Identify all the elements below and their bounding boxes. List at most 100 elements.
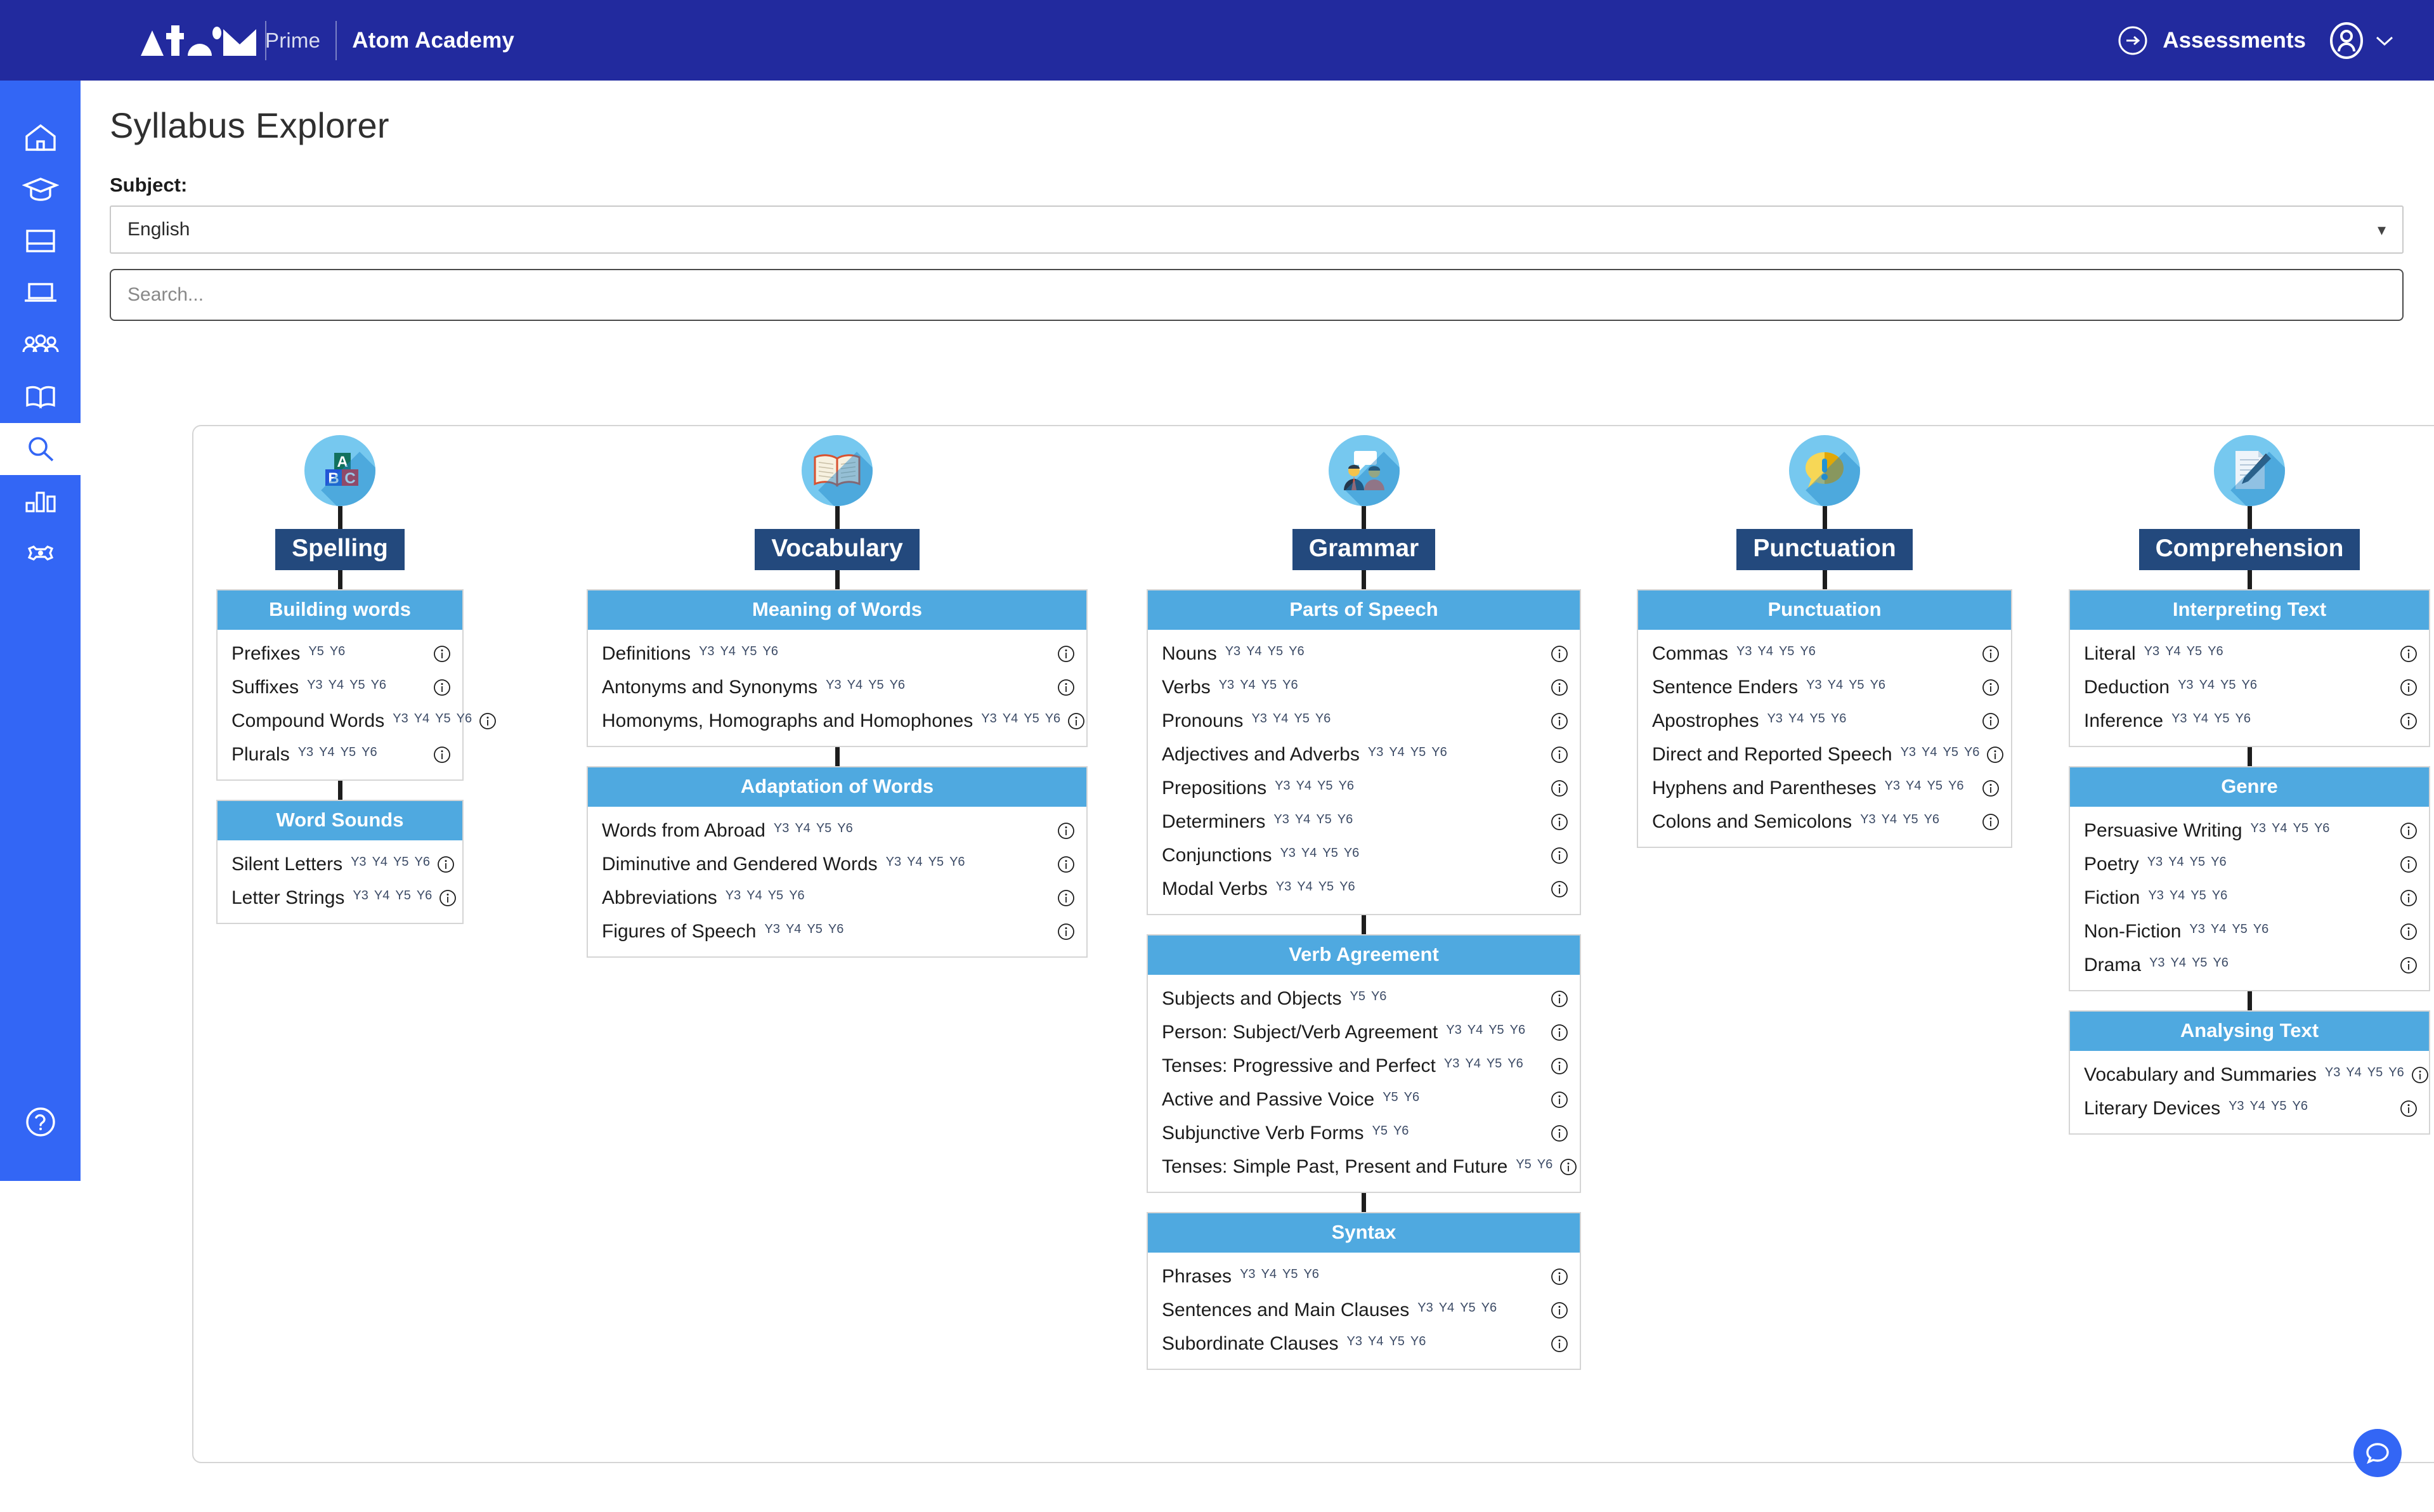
topic-row[interactable]: DramaY3Y4Y5Y6 [2070, 948, 2429, 982]
sidebar-item-books[interactable] [0, 215, 81, 267]
topic-row[interactable]: Sentences and Main ClausesY3Y4Y5Y6 [1148, 1293, 1580, 1327]
group-title[interactable]: Adaptation of Words [588, 767, 1086, 807]
topic-row[interactable]: Words from AbroadY3Y4Y5Y6 [588, 814, 1086, 847]
sidebar-item-syllabus-explorer[interactable] [0, 423, 81, 475]
topic-row[interactable]: Letter StringsY3Y4Y5Y6 [218, 881, 462, 915]
topic-row[interactable]: Non-FictionY3Y4Y5Y6 [2070, 915, 2429, 948]
info-icon[interactable] [1549, 1123, 1570, 1144]
info-icon[interactable] [1549, 711, 1570, 731]
info-icon[interactable] [1056, 922, 1076, 942]
info-icon[interactable] [1981, 812, 2001, 832]
sidebar-item-practice[interactable] [0, 267, 81, 319]
group-title[interactable]: Word Sounds [218, 801, 462, 840]
info-icon[interactable] [2398, 644, 2419, 664]
topic-row[interactable]: Adjectives and AdverbsY3Y4Y5Y6 [1148, 738, 1580, 771]
topic-row[interactable]: Compound WordsY3Y4Y5Y6 [218, 704, 462, 738]
topic-row[interactable]: CommasY3Y4Y5Y6 [1638, 637, 2011, 670]
topic-row[interactable]: Tenses: Simple Past, Present and FutureY… [1148, 1150, 1580, 1183]
topic-row[interactable]: Subjects and ObjectsY5Y6 [1148, 982, 1580, 1015]
topic-row[interactable]: AbbreviationsY3Y4Y5Y6 [588, 881, 1086, 915]
info-icon[interactable] [1549, 845, 1570, 866]
topic-row[interactable]: DefinitionsY3Y4Y5Y6 [588, 637, 1086, 670]
info-icon[interactable] [2398, 677, 2419, 698]
sidebar-item-students[interactable] [0, 319, 81, 371]
sidebar-item-learning[interactable] [0, 163, 81, 215]
info-icon[interactable] [1056, 888, 1076, 908]
info-icon[interactable] [1549, 1056, 1570, 1076]
topic-row[interactable]: InferenceY3Y4Y5Y6 [2070, 704, 2429, 738]
branch-title-banner[interactable]: Vocabulary [755, 529, 919, 570]
atom-academy-link[interactable]: Atom Academy [352, 28, 514, 53]
sidebar-item-help[interactable] [0, 1096, 81, 1148]
info-icon[interactable] [1549, 1090, 1570, 1110]
topic-row[interactable]: PluralsY3Y4Y5Y6 [218, 738, 462, 771]
sidebar-item-library[interactable] [0, 371, 81, 423]
info-icon[interactable] [1549, 1022, 1570, 1043]
topic-row[interactable]: LiteralY3Y4Y5Y6 [2070, 637, 2429, 670]
topic-row[interactable]: SuffixesY3Y4Y5Y6 [218, 670, 462, 704]
topic-row[interactable]: ApostrophesY3Y4Y5Y6 [1638, 704, 2011, 738]
topic-row[interactable]: PronounsY3Y4Y5Y6 [1148, 704, 1580, 738]
branch-title-banner[interactable]: Spelling [275, 529, 405, 570]
topic-row[interactable]: Subjunctive Verb FormsY5Y6 [1148, 1116, 1580, 1150]
topic-row[interactable]: Sentence EndersY3Y4Y5Y6 [1638, 670, 2011, 704]
sidebar-item-home[interactable] [0, 111, 81, 163]
branch-title-banner[interactable]: Comprehension [2139, 529, 2360, 570]
topic-row[interactable]: Persuasive WritingY3Y4Y5Y6 [2070, 814, 2429, 847]
info-icon[interactable] [1549, 812, 1570, 832]
assessments-button[interactable]: Assessments [2117, 25, 2306, 56]
topic-row[interactable]: Subordinate ClausesY3Y4Y5Y6 [1148, 1327, 1580, 1360]
info-icon[interactable] [2410, 1065, 2430, 1085]
topic-row[interactable]: Silent LettersY3Y4Y5Y6 [218, 847, 462, 881]
info-icon[interactable] [2398, 1098, 2419, 1119]
info-icon[interactable] [2398, 821, 2419, 841]
info-icon[interactable] [1549, 644, 1570, 664]
topic-row[interactable]: DeductionY3Y4Y5Y6 [2070, 670, 2429, 704]
info-icon[interactable] [1056, 644, 1076, 664]
topic-row[interactable]: Tenses: Progressive and PerfectY3Y4Y5Y6 [1148, 1049, 1580, 1083]
info-icon[interactable] [2398, 854, 2419, 875]
sidebar-item-reports[interactable] [0, 475, 81, 527]
group-title[interactable]: Building words [218, 590, 462, 630]
info-icon[interactable] [1558, 1157, 1578, 1177]
topic-row[interactable]: Vocabulary and SummariesY3Y4Y5Y6 [2070, 1058, 2429, 1092]
info-icon[interactable] [1549, 1334, 1570, 1354]
prime-link[interactable]: Prime [265, 29, 320, 53]
topic-row[interactable]: Homonyms, Homographs and HomophonesY3Y4Y… [588, 704, 1086, 738]
info-icon[interactable] [478, 711, 498, 731]
info-icon[interactable] [432, 644, 452, 664]
info-icon[interactable] [1985, 745, 2005, 765]
info-icon[interactable] [1549, 1300, 1570, 1320]
info-icon[interactable] [1549, 989, 1570, 1009]
topic-row[interactable]: Figures of SpeechY3Y4Y5Y6 [588, 915, 1086, 948]
topic-row[interactable]: DeterminersY3Y4Y5Y6 [1148, 805, 1580, 838]
info-icon[interactable] [1549, 745, 1570, 765]
group-title[interactable]: Parts of Speech [1148, 590, 1580, 630]
topic-row[interactable]: Direct and Reported SpeechY3Y4Y5Y6 [1638, 738, 2011, 771]
topic-row[interactable]: NounsY3Y4Y5Y6 [1148, 637, 1580, 670]
info-icon[interactable] [1981, 677, 2001, 698]
topic-row[interactable]: PrefixesY5Y6 [218, 637, 462, 670]
account-menu[interactable] [2329, 22, 2396, 60]
subject-select[interactable]: English ▾ [110, 205, 2404, 254]
topic-row[interactable]: Modal VerbsY3Y4Y5Y6 [1148, 872, 1580, 906]
group-title[interactable]: Meaning of Words [588, 590, 1086, 630]
info-icon[interactable] [1549, 879, 1570, 899]
topic-row[interactable]: Diminutive and Gendered WordsY3Y4Y5Y6 [588, 847, 1086, 881]
info-icon[interactable] [432, 677, 452, 698]
topic-row[interactable]: Colons and SemicolonsY3Y4Y5Y6 [1638, 805, 2011, 838]
info-icon[interactable] [1981, 778, 2001, 798]
group-title[interactable]: Verb Agreement [1148, 935, 1580, 975]
topic-row[interactable]: PrepositionsY3Y4Y5Y6 [1148, 771, 1580, 805]
branch-title-banner[interactable]: Punctuation [1736, 529, 1912, 570]
topic-row[interactable]: VerbsY3Y4Y5Y6 [1148, 670, 1580, 704]
info-icon[interactable] [2398, 955, 2419, 975]
topic-row[interactable]: PoetryY3Y4Y5Y6 [2070, 847, 2429, 881]
sidebar-item-settings[interactable] [0, 527, 81, 579]
info-icon[interactable] [1056, 677, 1076, 698]
topic-row[interactable]: ConjunctionsY3Y4Y5Y6 [1148, 838, 1580, 872]
info-icon[interactable] [432, 745, 452, 765]
info-icon[interactable] [436, 854, 456, 875]
info-icon[interactable] [2398, 711, 2419, 731]
topic-row[interactable]: Literary DevicesY3Y4Y5Y6 [2070, 1092, 2429, 1125]
